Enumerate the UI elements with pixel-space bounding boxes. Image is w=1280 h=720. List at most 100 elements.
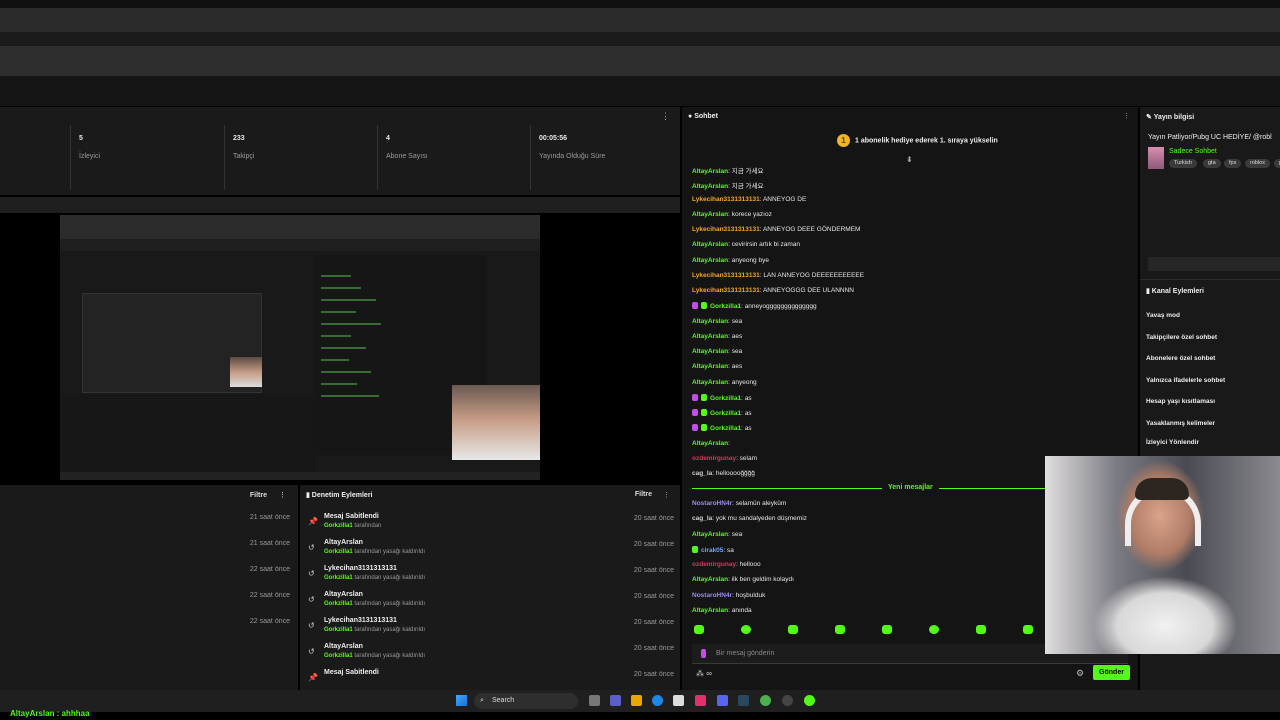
chat-message[interactable]: Lykecihan3131313131: ANNEYOGGG DEE ULANN… — [692, 287, 854, 294]
channel-action-subscribers-only[interactable]: Abonelere özel sohbet — [1146, 355, 1215, 362]
chat-username[interactable]: AltayArslan — [692, 183, 728, 190]
moderation-item[interactable]: ↺ AltayArslan Gorkzilla1 tarafından yasa… — [308, 539, 674, 565]
channel-action-emotes-only[interactable]: Yalnızca ifadelerle sohbet — [1146, 377, 1225, 384]
moderation-item[interactable]: 📌 Mesaj Sabitlendi 20 saat önce — [308, 669, 674, 687]
chat-username[interactable]: ozdemirgunay — [692, 455, 736, 462]
chat-username[interactable]: cirak05 — [701, 547, 723, 554]
chat-message[interactable]: Gorkzilla1: as — [692, 409, 752, 417]
chrome-icon[interactable] — [760, 695, 771, 706]
chat-username[interactable]: Lykecihan3131313131 — [692, 226, 760, 233]
chat-message[interactable]: Gorkzilla1: as — [692, 424, 752, 432]
app-icon[interactable] — [804, 695, 815, 706]
chat-message[interactable]: ozdemirgunay: hellooo — [692, 561, 761, 568]
chat-username[interactable]: AltayArslan — [692, 168, 728, 175]
more-options-icon[interactable]: ⋮ — [279, 492, 286, 499]
chat-username[interactable]: NostaroHN4r — [692, 500, 732, 507]
channel-action-account-age[interactable]: Hesap yaşı kısıtlaması — [1146, 398, 1215, 405]
channel-action-followers-only[interactable]: Takipçilere özel sohbet — [1146, 334, 1217, 341]
store-icon[interactable] — [673, 695, 684, 706]
windows-start-icon[interactable] — [456, 695, 467, 706]
stream-category[interactable]: Sadece Sohbet — [1169, 148, 1217, 155]
filter-button[interactable]: Filtre — [635, 491, 652, 498]
chat-username[interactable]: Gorkzilla1 — [710, 410, 741, 417]
chat-message[interactable]: AltayArslan: anyeong bye — [692, 257, 769, 264]
emote-icon[interactable] — [929, 625, 939, 634]
obs-icon[interactable] — [782, 695, 793, 706]
chat-message[interactable]: AltayArslan: anyeong — [692, 379, 757, 386]
chat-username[interactable]: AltayArslan — [692, 440, 728, 447]
chat-message[interactable]: cag_la: yok mu sandalyeden düşmemiz — [692, 515, 807, 522]
chat-message[interactable]: AltayArslan: korece yazıoz — [692, 211, 772, 218]
channel-action-banned-words[interactable]: Yasaklanmış kelimeler — [1146, 420, 1215, 427]
chat-username[interactable]: AltayArslan — [692, 241, 728, 248]
chat-username[interactable]: NostaroHN4r — [692, 592, 732, 599]
gear-icon[interactable]: ⚙ — [1076, 668, 1084, 679]
chat-message[interactable]: cag_la: hellooooğğğğ — [692, 470, 755, 477]
chat-message[interactable]: AltayArslan: — [692, 440, 730, 447]
chat-message[interactable]: AltayArslan: sea — [692, 318, 742, 325]
chat-username[interactable]: ozdemirgunay — [692, 561, 736, 568]
discord-icon[interactable] — [717, 695, 728, 706]
channel-points[interactable]: ⁂ ∞ — [696, 669, 712, 678]
chat-username[interactable]: AltayArslan — [692, 348, 728, 355]
edit-info-button[interactable] — [1148, 257, 1280, 271]
chat-message[interactable]: AltayArslan: sea — [692, 531, 742, 538]
emote-icon[interactable] — [741, 625, 751, 634]
emote-icon[interactable] — [976, 625, 986, 634]
chat-message[interactable]: AltayArslan: ilk ben geldim kolaydı — [692, 576, 794, 583]
chat-message[interactable]: NostaroHN4r: selamün aleyküm — [692, 500, 786, 507]
chat-message[interactable]: Gorkzilla1: as — [692, 393, 752, 402]
moderation-item[interactable]: ↺ AltayArslan Gorkzilla1 tarafından yasa… — [308, 643, 674, 669]
chat-message[interactable]: ozdemirgunay: selam — [692, 455, 757, 462]
chat-username[interactable]: Lykecihan3131313131 — [692, 196, 760, 203]
chat-username[interactable]: Gorkzilla1 — [710, 303, 741, 310]
chat-username[interactable]: AltayArslan — [692, 318, 728, 325]
moderation-item[interactable]: ↺ Lykecihan3131313131 Gorkzilla1 tarafın… — [308, 565, 674, 591]
task-view-icon[interactable] — [589, 695, 600, 706]
chat-username[interactable]: Gorkzilla1 — [710, 425, 741, 432]
chat-username[interactable]: Lykecihan3131313131 — [692, 287, 760, 294]
filter-button[interactable]: Filtre — [250, 492, 267, 499]
chat-message[interactable]: AltayArslan: sea — [692, 348, 742, 355]
chat-username[interactable]: cag_la — [692, 470, 712, 477]
chat-message[interactable]: NostaroHN4r: hoşbulduk — [692, 592, 765, 599]
chat-message[interactable]: Lykecihan3131313131: ANNEYOG DEEE GÖNDER… — [692, 226, 860, 233]
chat-username[interactable]: Gorkzilla1 — [710, 395, 741, 402]
chat-message[interactable]: AltayArslan: 지금 가세요 — [692, 165, 763, 175]
chat-username[interactable]: AltayArslan — [692, 607, 728, 614]
chat-message[interactable]: Lykecihan3131313131: LAN ANNEYOG DEEEEEE… — [692, 272, 864, 279]
steam-icon[interactable] — [738, 695, 749, 706]
chat-username[interactable]: AltayArslan — [692, 333, 728, 340]
emote-icon[interactable] — [788, 625, 798, 634]
more-options-icon[interactable]: ⋮ — [663, 491, 670, 499]
chat-message[interactable]: AltayArslan: aes — [692, 333, 742, 340]
more-options-icon[interactable]: ⋮ — [661, 111, 670, 122]
chat-username[interactable]: AltayArslan — [692, 379, 728, 386]
file-explorer-icon[interactable] — [631, 695, 642, 706]
emote-icon[interactable] — [694, 625, 704, 634]
chat-username[interactable]: AltayArslan — [692, 211, 728, 218]
scroll-down-icon[interactable]: ⇟ — [906, 155, 913, 164]
chat-username[interactable]: AltayArslan — [692, 363, 728, 370]
moderation-item[interactable]: ↺ AltayArslan Gorkzilla1 tarafından yasa… — [308, 591, 674, 617]
chat-message[interactable]: AltayArslan: anında — [692, 607, 752, 614]
channel-action-slow-mode[interactable]: Yavaş mod — [1146, 312, 1180, 319]
taskbar-search[interactable]: ⌕ Search — [474, 693, 578, 709]
emote-icon[interactable] — [835, 625, 845, 634]
chat-username[interactable]: AltayArslan — [692, 257, 728, 264]
stream-preview[interactable] — [60, 215, 540, 480]
chat-message[interactable]: AltayArslan: 지금 가세요 — [692, 180, 763, 190]
chat-username[interactable]: cag_la — [692, 515, 712, 522]
emote-icon[interactable] — [1023, 625, 1033, 634]
send-button[interactable]: Gönder — [1093, 665, 1130, 680]
instagram-icon[interactable] — [695, 695, 706, 706]
chat-message[interactable]: AltayArslan: cevirirsin artık bi zaman — [692, 241, 800, 248]
chat-message[interactable]: AltayArslan: aes — [692, 363, 742, 370]
channel-action-raid[interactable]: İzleyici Yönlendir — [1146, 439, 1199, 446]
moderation-item[interactable]: ↺ Lykecihan3131313131 Gorkzilla1 tarafın… — [308, 617, 674, 643]
chat-username[interactable]: Lykecihan3131313131 — [692, 272, 760, 279]
moderation-item[interactable]: 📌 Mesaj Sabitlendi Gorkzilla1 tarafından… — [308, 513, 674, 539]
chat-username[interactable]: AltayArslan — [692, 576, 728, 583]
edge-icon[interactable] — [652, 695, 663, 706]
chat-username[interactable]: AltayArslan — [692, 531, 728, 538]
